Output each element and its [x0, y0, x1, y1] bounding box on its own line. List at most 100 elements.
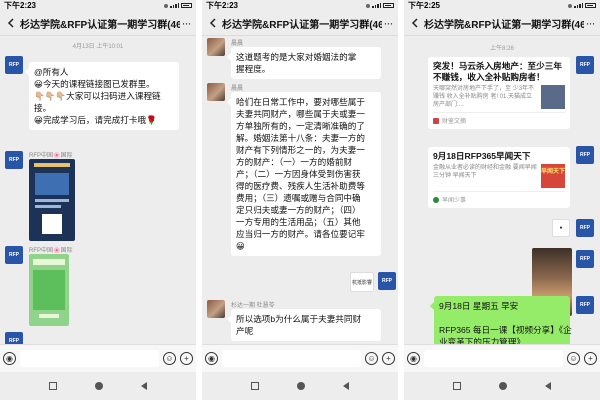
battery-icon	[181, 3, 192, 8]
avatar[interactable]: RFP	[576, 56, 594, 74]
avatar[interactable]: RFP	[378, 272, 396, 290]
battery-icon	[383, 3, 394, 8]
shared-image-course-qr[interactable]	[29, 159, 75, 241]
avatar[interactable]	[207, 38, 225, 56]
voice-icon[interactable]: ◉	[3, 352, 16, 365]
article-summary: 金融从业者必读的财经和金融 要闻早闻三分钟 早闻天下	[433, 164, 538, 188]
recent-apps-icon[interactable]	[251, 382, 259, 390]
message-line: 这道题考的是大家对婚姻法的掌	[236, 52, 357, 62]
back-icon[interactable]	[545, 382, 551, 390]
chat-header: 杉达学院&RFP认证第一期学习群(46) ···	[202, 11, 398, 36]
message-input[interactable]	[20, 350, 159, 367]
recent-apps-icon[interactable]	[453, 382, 461, 390]
message-bubble-long[interactable]: 哈们在日常工作中，要对哪些属于 夫妻共同财产，哪些属于夫或妻一 方单独所有的，一…	[227, 92, 381, 256]
signal-icon	[170, 3, 179, 8]
message-line: 应当归一方的财产。请各位要记牢	[236, 229, 365, 239]
message-line: 方的财产：（一）一方的婚前财	[236, 157, 353, 167]
avatar[interactable]	[207, 300, 225, 318]
message-line: RFP365 每日一课【视频分享】《企	[439, 325, 572, 335]
phone-screen-1: 下午2:23 杉达学院&RFP认证第一期学习群(46) ··· 4月13日 上午…	[0, 0, 196, 400]
back-arrow-icon[interactable]	[4, 16, 18, 30]
recent-apps-icon[interactable]	[49, 382, 57, 390]
home-icon[interactable]	[95, 382, 103, 390]
message-list[interactable]: 4月13日 上午10:01 RFP @所有人 😀今天的课程链接图已发群里。 👇🏼…	[0, 36, 196, 344]
plus-icon[interactable]: +	[382, 352, 395, 365]
status-icons	[366, 3, 394, 8]
system-nav-bar	[202, 372, 398, 400]
avatar[interactable]: RFP	[5, 151, 23, 169]
back-icon[interactable]	[141, 382, 147, 390]
avatar[interactable]: RFP	[576, 219, 594, 237]
message-list[interactable]: 上午8:26 RFP 突发！马云杀入房地产：至少三年不赚钱，收入全补贴购房者！ …	[404, 36, 600, 344]
emoji-icon[interactable]: ☺	[365, 352, 378, 365]
image-text-line	[35, 199, 69, 202]
shared-image-checkin[interactable]	[29, 254, 69, 326]
chat-title: 杉达学院&RFP认证第一期学习群(46)	[20, 19, 180, 31]
plus-icon[interactable]: +	[584, 352, 597, 365]
message-bubble[interactable]: 这道题考的是大家对婚姻法的掌 握程度。	[227, 47, 381, 79]
message-input[interactable]	[222, 350, 361, 367]
battery-icon	[585, 3, 596, 8]
image-text-line	[35, 205, 61, 208]
message-bubble[interactable]: 所以选项b为什么属于夫妻共同财 产呢	[227, 309, 381, 341]
phone-screen-2: 下午2:23 杉达学院&RFP认证第一期学习群(46) ··· 晨晨 这道题考的…	[202, 0, 398, 400]
chat-title: 杉达学院&RFP认证第一期学习群(46)	[222, 19, 382, 31]
sender-name: RFP中国🌸国际	[29, 248, 73, 254]
status-time: 下午2:23	[206, 1, 239, 10]
more-icon[interactable]: ···	[382, 16, 394, 30]
message-line: 握程度。	[236, 64, 271, 74]
back-arrow-icon[interactable]	[408, 16, 422, 30]
source-icon	[433, 117, 439, 124]
article-body: 天哪突然对房地产下手了，至 少3年不赚钱 收入全补贴购房 者! 01.天猫成立房…	[433, 85, 565, 109]
avatar[interactable]: RFP	[5, 56, 23, 74]
more-icon[interactable]: ···	[180, 16, 192, 30]
voice-icon[interactable]: ◉	[407, 352, 420, 365]
home-icon[interactable]	[297, 382, 305, 390]
qr-code-icon	[42, 214, 62, 234]
message-bubble[interactable]: 9月18日 星期五 早安 RFP365 每日一课【视频分享】《企 业变革下的压力…	[430, 296, 572, 344]
chat-title: 杉达学院&RFP认证第一期学习群(46)	[424, 19, 584, 31]
article-card[interactable]: 突发！马云杀入房地产：至少三年不赚钱，收入全补贴购房者！ 天哪突然对房地产下手了…	[428, 57, 570, 129]
status-icons	[164, 3, 192, 8]
message-input[interactable]	[424, 350, 563, 367]
back-icon[interactable]	[343, 382, 349, 390]
plus-icon[interactable]: +	[180, 352, 193, 365]
message-list[interactable]: 晨晨 这道题考的是大家对婚姻法的掌 握程度。 晨晨 哈们在日常工作中，要对哪些属…	[202, 36, 398, 344]
emoji-icon[interactable]: ☺	[567, 352, 580, 365]
avatar[interactable]: RFP	[5, 246, 23, 264]
article-badge: 早闻天下	[541, 164, 565, 188]
avatar[interactable]: RFP	[576, 146, 594, 164]
phone-screen-3: 下午2:25 杉达学院&RFP认证第一期学习群(46) ··· 上午8:26 R…	[404, 0, 600, 400]
message-line: 财产有下列情形之一的，为夫妻一	[236, 145, 365, 155]
logo-image: 杭抵影響	[350, 272, 374, 292]
summary-line: 天哪突然对房地产下手了，至	[433, 86, 512, 92]
avatar[interactable]: RFP	[576, 296, 594, 314]
message-timestamp: 上午8:26	[490, 46, 514, 52]
avatar[interactable]	[207, 83, 225, 101]
screenshot-collage: 下午2:23 杉达学院&RFP认证第一期学习群(46) ··· 4月13日 上午…	[0, 0, 600, 400]
message-line: 9月18日 星期五 早安	[439, 301, 519, 311]
message-bubble[interactable]: @所有人 😀今天的课程链接图已发群里。 👇🏼👇🏼👇🏼大家可以扫码进入课程链 接。…	[25, 62, 179, 130]
sender-name: RFP中国🌸国际	[29, 153, 73, 159]
message-line: 所以选项b为什么属于夫妻共同财	[236, 314, 362, 324]
summary-line: 金融从业者必读的财经和金融	[433, 165, 512, 171]
back-arrow-icon[interactable]	[206, 16, 220, 30]
article-card[interactable]: 9月18日RFP365早闻天下 金融从业者必读的财经和金融 要闻早闻三分钟 早闻…	[428, 147, 570, 208]
voice-icon[interactable]: ◉	[205, 352, 218, 365]
avatar[interactable]: RFP	[5, 332, 23, 344]
home-icon[interactable]	[499, 382, 507, 390]
message-line: 费用；（三）遗嘱或赠与合同中确	[236, 193, 361, 203]
notification-icon	[366, 3, 370, 8]
more-icon[interactable]: ···	[584, 16, 596, 30]
article-title: 突发！马云杀入房地产：至少三年不赚钱，收入全补贴购房者！	[433, 61, 562, 82]
message-line: 😀	[236, 241, 245, 251]
avatar[interactable]: RFP	[576, 250, 594, 268]
message-line: 方单独所有的，一定清晰准确的了	[236, 121, 365, 131]
notification-icon	[568, 3, 572, 8]
message-line: 😀完成学习后，请完成打卡哦🌹	[34, 115, 157, 125]
emoji-icon[interactable]: ☺	[163, 352, 176, 365]
sender-name: 晨晨	[231, 86, 244, 92]
input-bar: ◉ ☺ +	[404, 344, 600, 372]
status-icons	[568, 3, 596, 8]
image-banner	[33, 259, 65, 265]
